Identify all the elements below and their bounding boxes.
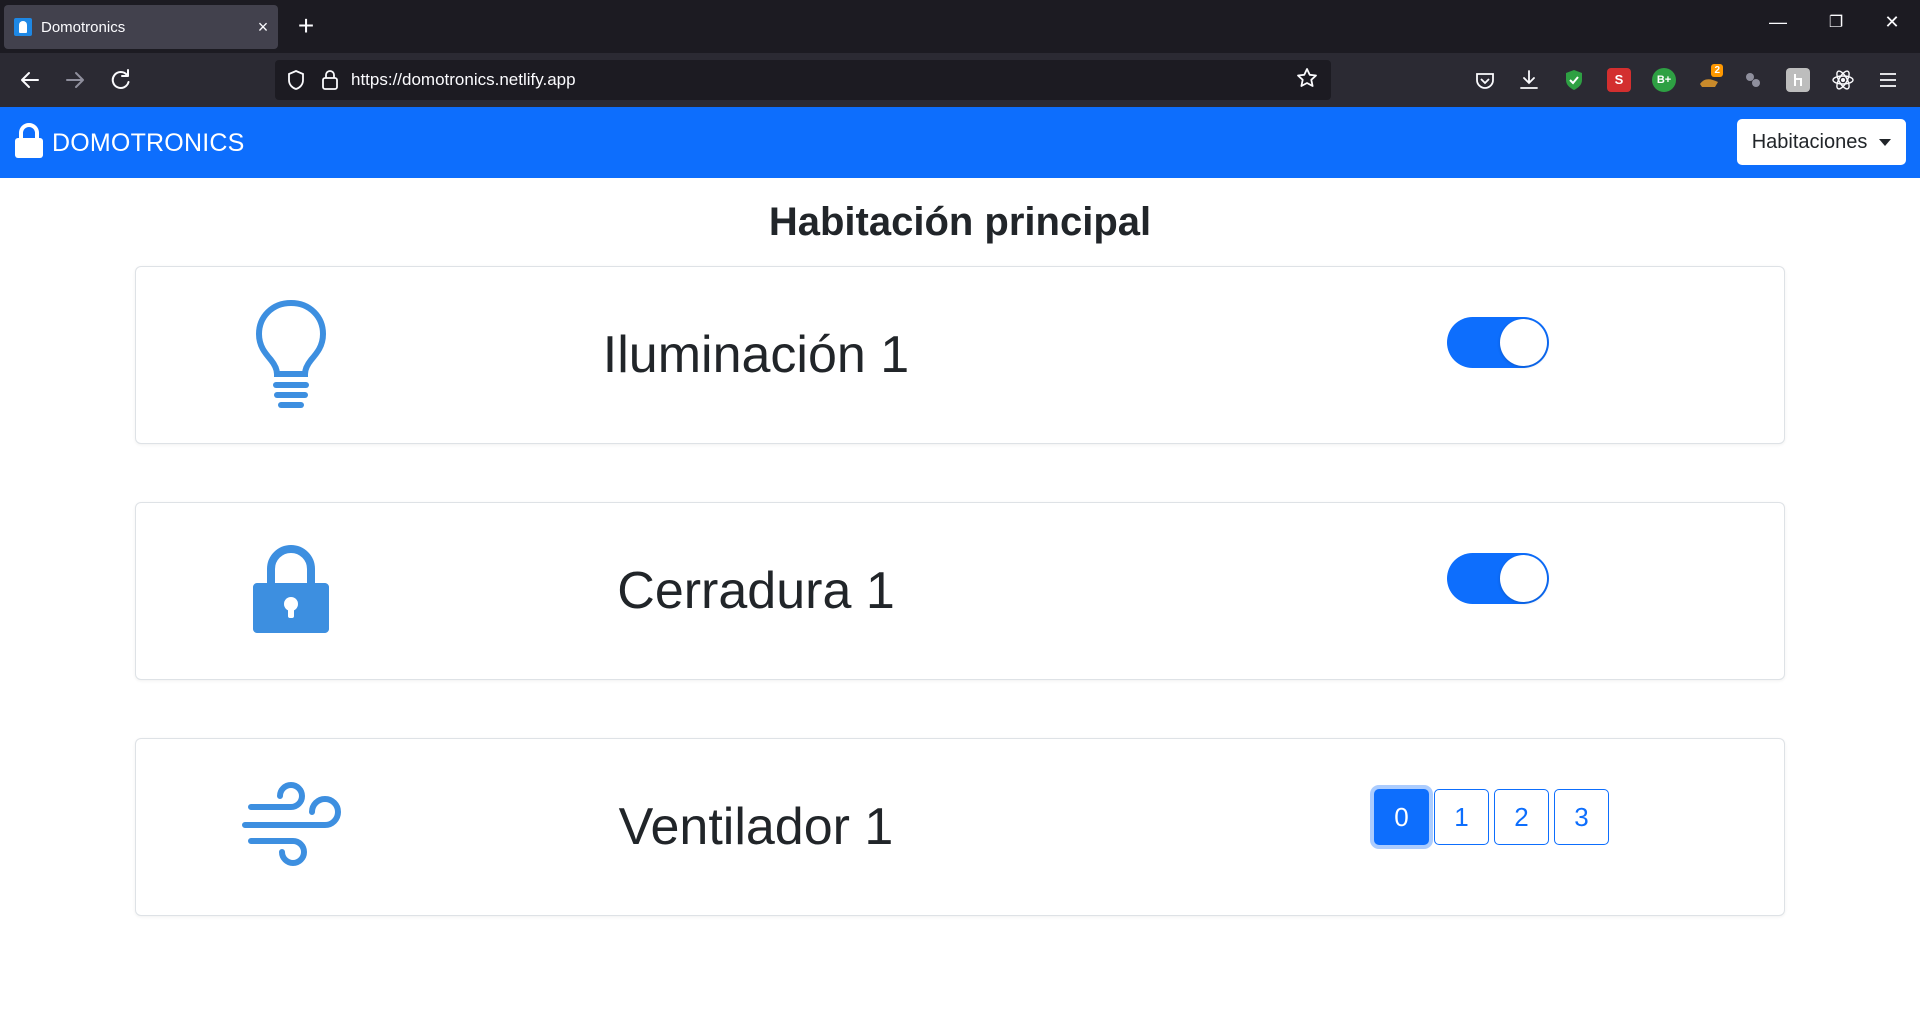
reload-icon[interactable]: [104, 64, 136, 96]
device-card-lock: Cerradura 1: [135, 502, 1785, 680]
browser-tab-bar: Domotronics × + — ❐ ✕: [0, 0, 1920, 53]
tracking-shield-icon[interactable]: [287, 69, 305, 91]
window-minimize-button[interactable]: —: [1758, 12, 1798, 33]
url-bar[interactable]: https://domotronics.netlify.app: [275, 60, 1331, 100]
app-navbar: DOMOTRONICS Habitaciones: [0, 107, 1920, 178]
brand-lock-icon: [14, 123, 44, 164]
lock-toggle-switch[interactable]: [1447, 553, 1549, 604]
url-text[interactable]: https://domotronics.netlify.app: [351, 70, 576, 90]
window-close-button[interactable]: ✕: [1872, 12, 1912, 33]
device-card-fan: Ventilador 1 0 1 2 3: [135, 738, 1785, 916]
device-label: Cerradura 1: [617, 562, 895, 620]
menu-hamburger-icon[interactable]: [1876, 68, 1900, 92]
fan-speed-1-button[interactable]: 1: [1434, 789, 1489, 845]
rooms-dropdown-label: Habitaciones: [1751, 130, 1868, 153]
extension-s-icon[interactable]: S: [1607, 68, 1631, 92]
brand[interactable]: DOMOTRONICS: [14, 123, 244, 164]
lightbulb-icon: [231, 295, 351, 415]
fan-speed-2-button[interactable]: 2: [1494, 789, 1549, 845]
browser-tab[interactable]: Domotronics ×: [4, 5, 278, 49]
extension-badge-count: 2: [1711, 64, 1723, 77]
wind-icon: [231, 767, 351, 887]
caret-down-icon: [1879, 138, 1892, 146]
fan-speed-group: 0 1 2 3: [1374, 789, 1609, 845]
device-card-lighting: Iluminación 1: [135, 266, 1785, 444]
react-devtools-icon[interactable]: [1831, 68, 1855, 92]
bookmark-star-icon[interactable]: [1295, 66, 1319, 98]
fan-speed-3-button[interactable]: 3: [1554, 789, 1609, 845]
brand-name: DOMOTRONICS: [52, 129, 245, 157]
forward-arrow-icon[interactable]: [59, 64, 91, 96]
tab-favicon-icon: [14, 18, 32, 36]
padlock-icon[interactable]: [321, 69, 339, 91]
tab-title: Domotronics: [41, 18, 126, 36]
extension-grey-icon[interactable]: [1786, 68, 1810, 92]
switch-knob: [1500, 319, 1547, 366]
extension-badge-icon[interactable]: 2: [1697, 64, 1723, 92]
extension-b-plus-icon[interactable]: B+: [1652, 68, 1676, 92]
back-arrow-icon[interactable]: [14, 64, 46, 96]
switch-knob: [1500, 555, 1547, 602]
new-tab-button[interactable]: +: [290, 10, 322, 42]
window-restore-button[interactable]: ❐: [1816, 12, 1856, 32]
fan-speed-0-button[interactable]: 0: [1374, 789, 1429, 845]
extension-puzzle-icon[interactable]: [1741, 68, 1765, 92]
page-title: Habitación principal: [768, 200, 1152, 244]
lock-icon: [231, 531, 351, 651]
download-icon[interactable]: [1517, 68, 1541, 92]
rooms-dropdown-button[interactable]: Habitaciones: [1737, 119, 1906, 165]
tab-close-icon[interactable]: ×: [248, 17, 278, 38]
lighting-toggle-switch[interactable]: [1447, 317, 1549, 368]
device-label: Iluminación 1: [602, 326, 910, 384]
pocket-icon[interactable]: [1473, 68, 1497, 92]
browser-nav-bar: https://domotronics.netlify.app S B+ 2: [0, 53, 1920, 107]
adblock-shield-icon[interactable]: [1562, 68, 1586, 92]
device-label: Ventilador 1: [618, 798, 894, 856]
